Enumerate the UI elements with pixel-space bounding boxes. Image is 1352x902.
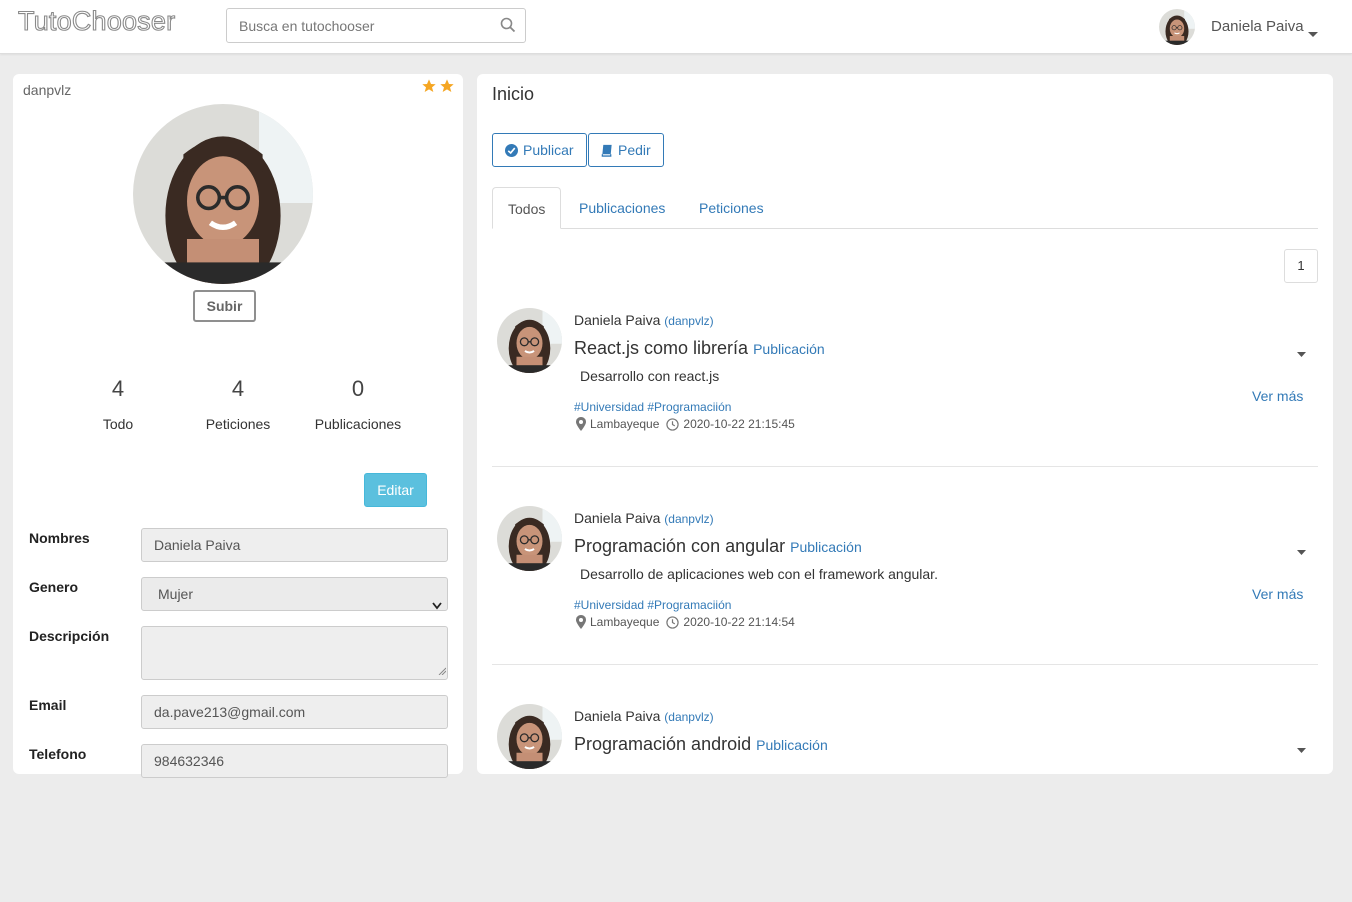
post-author-name[interactable]: Daniela Paiva [574,510,660,526]
descripcion-textarea[interactable] [141,626,448,680]
stat-peticiones-count: 4 [231,376,245,401]
caret-down-icon[interactable] [1297,542,1306,560]
stat-todo-label: Todo [102,416,134,432]
post-author-avatar[interactable] [497,506,562,571]
request-button[interactable]: Pedir [588,133,664,167]
post-type: Publicación [753,341,825,357]
nombres-field[interactable] [141,528,448,562]
telefono-field[interactable] [141,744,448,778]
post-date: 2020-10-22 21:14:54 [683,615,795,629]
pagination-page[interactable]: 1 [1284,249,1318,283]
profile-username: danpvlz [23,82,72,98]
post-author-avatar[interactable] [497,308,562,373]
see-more-link[interactable]: Ver más [1252,388,1303,404]
profile-photo [133,104,313,284]
post-tags[interactable]: #Universidad #Programaciión [574,400,731,414]
tab-todos[interactable]: Todos [492,187,562,229]
post-author-name[interactable]: Daniela Paiva [574,312,660,328]
post-card: Daniela Paiva (danpvlz) Programación and… [492,704,1318,902]
post-author: Daniela Paiva (danpvlz) [574,708,714,724]
stat-publicaciones-label: Publicaciones [314,416,402,432]
post-author: Daniela Paiva (danpvlz) [574,312,714,328]
post-title: Programación android Publicación [574,734,828,755]
brand-logo[interactable]: TutoChooser [17,5,175,37]
tab-publicaciones[interactable]: Publicaciones [564,187,680,229]
post-location: Lambayeque [590,615,660,629]
descripcion-label: Descripción [29,628,110,644]
top-navbar: TutoChooser Daniela Paiva [0,0,1352,54]
star-icon [440,79,454,92]
post-author-handle[interactable]: (danpvlz) [664,314,713,328]
publish-button[interactable]: Publicar [492,133,587,167]
rating-stars [421,78,455,94]
user-avatar[interactable] [1159,9,1195,45]
feed-panel: Inicio Publicar Pedir Todos Publicacione… [477,74,1333,774]
profile-panel: danpvlz Subir 4 Todo 4 Peticiones 0 Publ… [13,74,463,778]
email-label: Email [29,697,67,713]
edit-profile-button[interactable]: Editar [364,473,427,507]
stat-peticiones-label: Peticiones [205,416,271,432]
upload-photo-button[interactable]: Subir [193,290,256,322]
post-description: Desarrollo con react.js [580,368,720,384]
publish-label: Publicar [523,142,574,158]
resize-grip-icon[interactable] [438,662,447,678]
search-input[interactable] [227,9,497,42]
genero-label: Genero [29,579,79,595]
check-circle-icon [505,143,518,157]
search-box [226,8,526,43]
post-meta: Lambayeque 2020-10-22 21:15:45 [576,417,795,431]
post-description: Desarrollo de aplicaciones web con el fr… [580,566,938,582]
post-card: Daniela Paiva (danpvlz) React.js como li… [492,308,1318,506]
nombres-label: Nombres [29,530,90,546]
post-card: Daniela Paiva (danpvlz) Programación con… [492,506,1318,704]
page-title: Inicio [492,84,535,104]
clock-icon [666,417,680,431]
book-icon [601,144,612,157]
post-meta: Lambayeque 2020-10-22 21:14:54 [576,615,795,629]
genero-select[interactable]: Mujer [141,577,448,611]
clock-icon [666,615,680,629]
post-type: Publicación [790,539,862,555]
post-title: Programación con angular Publicación [574,536,862,557]
stat-todo-count: 4 [111,376,125,401]
user-menu-name[interactable]: Daniela Paiva [1211,18,1304,35]
stat-publicaciones-count: 0 [351,376,365,401]
post-author: Daniela Paiva (danpvlz) [574,510,714,526]
request-label: Pedir [618,142,651,158]
post-title-text[interactable]: Programación android [574,734,751,754]
chevron-down-icon [432,589,442,621]
telefono-label: Telefono [29,746,87,762]
caret-down-icon[interactable] [1297,344,1306,362]
post-title-text[interactable]: Programación con angular [574,536,785,556]
post-location: Lambayeque [590,417,660,431]
post-author-handle[interactable]: (danpvlz) [664,710,713,724]
post-author-name[interactable]: Daniela Paiva [574,708,660,724]
email-field[interactable] [141,695,448,729]
post-divider [492,466,1318,467]
see-more-link[interactable]: Ver más [1252,586,1303,602]
caret-down-icon[interactable] [1297,740,1306,758]
post-title: React.js como librería Publicación [574,338,825,359]
map-marker-icon [576,417,586,431]
star-icon [422,79,436,92]
map-marker-icon [576,615,586,629]
post-title-text[interactable]: React.js como librería [574,338,748,358]
post-type: Publicación [756,737,828,753]
genero-selected-value: Mujer [158,586,194,602]
search-icon[interactable] [500,17,516,38]
post-date: 2020-10-22 21:15:45 [683,417,795,431]
post-author-avatar[interactable] [497,704,562,769]
post-divider [492,664,1318,665]
caret-down-icon[interactable] [1308,25,1318,43]
post-tags[interactable]: #Universidad #Programaciión [574,598,731,612]
post-author-handle[interactable]: (danpvlz) [664,512,713,526]
tab-peticiones[interactable]: Peticiones [684,187,779,229]
